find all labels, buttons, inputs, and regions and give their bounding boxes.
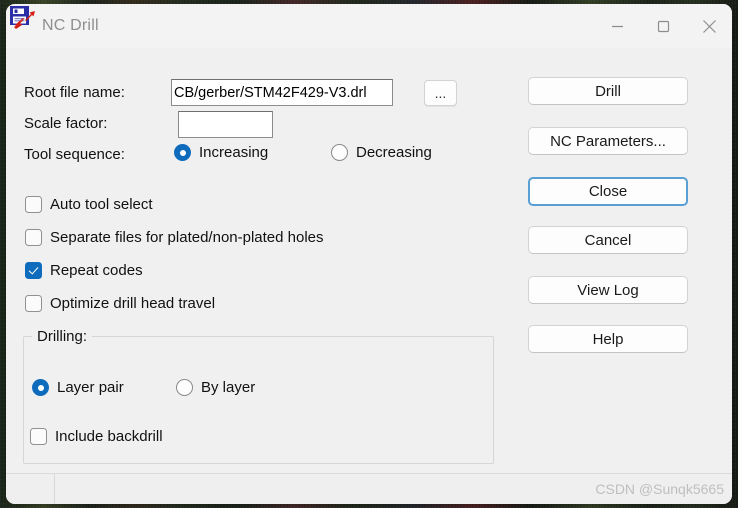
checkbox-repeat-codes[interactable]: Repeat codes (25, 262, 143, 279)
nc-parameters-button[interactable]: NC Parameters... (528, 127, 688, 155)
radio-label: Decreasing (356, 144, 432, 161)
dialog-client-area: Root file name: ... Scale factor: Tool s… (6, 48, 732, 473)
radio-label: Increasing (199, 144, 269, 161)
checkbox-auto-tool-select[interactable]: Auto tool select (25, 196, 153, 213)
checkbox-include-backdrill[interactable]: Include backdrill (30, 428, 163, 445)
browse-button[interactable]: ... (424, 80, 457, 106)
checkbox-label: Auto tool select (50, 196, 153, 213)
radio-indicator (174, 144, 191, 161)
watermark-text: CSDN @Sunqk5665 (595, 481, 724, 497)
checkbox-label: Separate files for plated/non-plated hol… (50, 229, 324, 246)
checkbox-optimize-drill-head-travel[interactable]: Optimize drill head travel (25, 295, 215, 312)
nc-drill-dialog: NC Drill Root file name: CB/gerber/STM42… (6, 4, 732, 504)
checkbox-label: Optimize drill head travel (50, 295, 216, 312)
scale-factor-label: Scale factor: (24, 115, 108, 132)
root-file-name-input[interactable] (171, 79, 393, 106)
view-log-button[interactable]: View Log (528, 276, 688, 304)
tool-sequence-label: Tool sequence: (24, 146, 125, 163)
radio-drilling-by-layer[interactable]: By layer (176, 379, 255, 396)
scale-factor-input[interactable] (178, 111, 273, 138)
help-button[interactable]: Help (528, 325, 688, 353)
cancel-button[interactable]: Cancel (528, 226, 688, 254)
radio-indicator (32, 379, 49, 396)
nc-drill-app-icon (10, 6, 35, 29)
root-file-name-label: Root file name: (24, 84, 125, 101)
close-dialog-button[interactable]: Close (528, 177, 688, 206)
radio-tool-sequence-increasing[interactable]: Increasing (174, 144, 268, 161)
checkbox-indicator (30, 428, 47, 445)
checkbox-indicator (25, 262, 42, 279)
window-title: NC Drill (42, 17, 99, 34)
radio-indicator (331, 144, 348, 161)
status-bar: CSDN @Sunqk5665 (6, 473, 732, 504)
checkbox-indicator (25, 295, 42, 312)
maximize-icon (657, 20, 669, 32)
maximize-button[interactable] (640, 4, 686, 48)
checkbox-label: Repeat codes (50, 262, 143, 279)
close-button[interactable] (686, 4, 732, 48)
drilling-groupbox-legend: Drilling: (32, 328, 93, 345)
radio-label: By layer (201, 379, 256, 396)
minimize-icon (611, 25, 623, 27)
checkbox-separate-files-plated[interactable]: Separate files for plated/non-plated hol… (25, 229, 324, 246)
status-bar-divider (54, 474, 55, 504)
window-controls (594, 4, 732, 48)
checkbox-label: Include backdrill (55, 428, 163, 445)
radio-tool-sequence-decreasing[interactable]: Decreasing (331, 144, 432, 161)
minimize-button[interactable] (594, 4, 640, 48)
radio-drilling-layer-pair[interactable]: Layer pair (32, 379, 124, 396)
checkbox-indicator (25, 196, 42, 213)
title-bar[interactable]: NC Drill (6, 4, 732, 48)
radio-indicator (176, 379, 193, 396)
radio-label: Layer pair (57, 379, 124, 396)
drill-button[interactable]: Drill (528, 77, 688, 105)
close-icon (702, 19, 716, 33)
checkbox-indicator (25, 229, 42, 246)
